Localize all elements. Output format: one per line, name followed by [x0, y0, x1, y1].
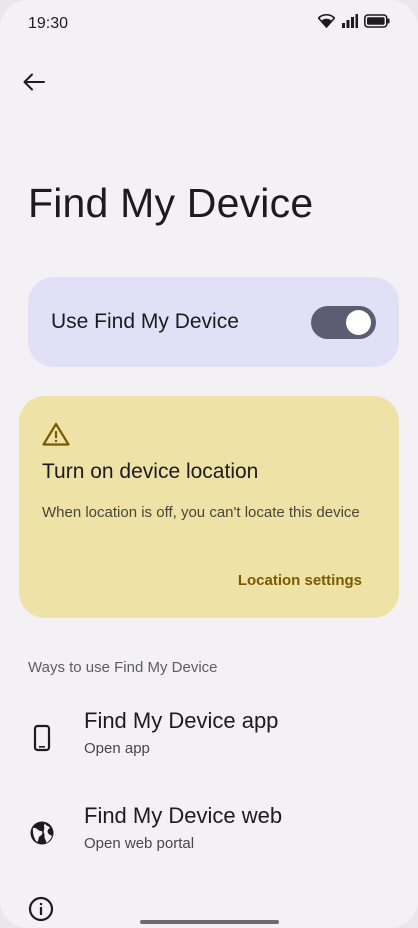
home-indicator[interactable] [140, 920, 279, 924]
info-icon [28, 896, 54, 922]
toggle-switch[interactable] [311, 306, 376, 339]
list-item-title: Find My Device app [84, 708, 279, 733]
switch-label: Use Find My Device [51, 310, 239, 333]
phone-icon [33, 724, 51, 752]
arrow-back-icon [23, 73, 45, 91]
page-title: Find My Device [28, 180, 314, 226]
wifi-icon [318, 14, 335, 28]
status-time: 19:30 [28, 15, 69, 32]
list-item-subtitle: Open web portal [84, 835, 195, 852]
list-item-title: Find My Device web [84, 803, 283, 828]
list-item-subtitle: Open app [84, 740, 150, 757]
list-item-app[interactable]: Find My Device app Open app [0, 706, 418, 786]
use-find-my-device-switch[interactable]: Use Find My Device [28, 277, 399, 367]
warning-body: When location is off, you can't locate t… [42, 504, 360, 521]
section-header: Ways to use Find My Device [28, 659, 218, 676]
battery-icon [364, 14, 390, 28]
warning-icon [42, 422, 70, 446]
signal-icon [342, 14, 358, 28]
status-bar: 19:30 [0, 0, 418, 48]
list-item-web[interactable]: Find My Device web Open web portal [0, 801, 418, 881]
location-settings-button[interactable]: Location settings [238, 572, 362, 589]
location-warning-card: Turn on device location When location is… [19, 396, 399, 618]
globe-icon [30, 821, 54, 845]
back-button[interactable] [18, 66, 50, 98]
warning-title: Turn on device location [42, 460, 259, 483]
phone-screen: 19:30 Find My Device Use Find My Device … [0, 0, 418, 928]
status-icons [318, 14, 390, 28]
toggle-thumb [346, 310, 371, 335]
